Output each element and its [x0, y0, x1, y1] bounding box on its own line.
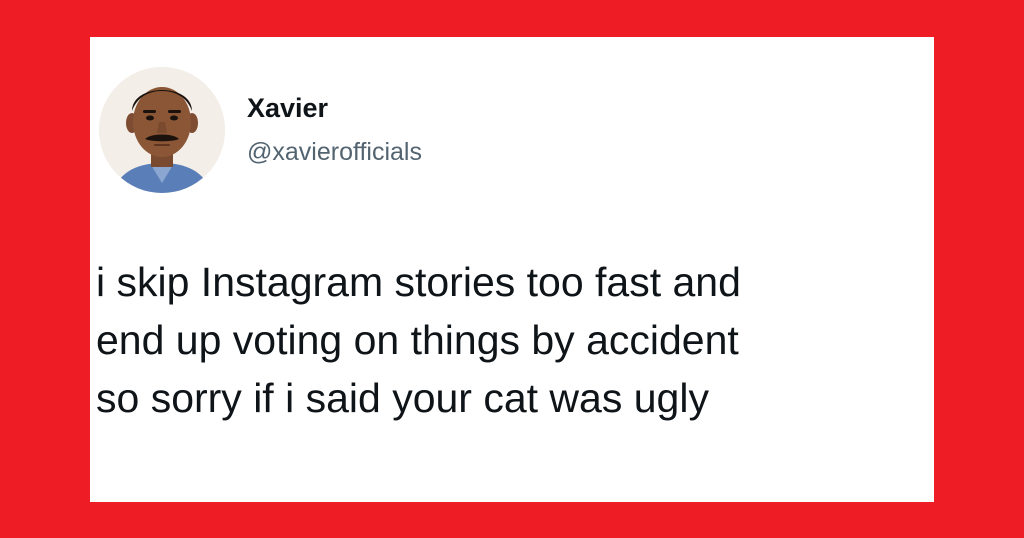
- red-background-frame: Xavier @xavierofficials i skip Instagram…: [0, 0, 1024, 538]
- author-handle[interactable]: @xavierofficials: [247, 136, 422, 168]
- tweet-card: Xavier @xavierofficials i skip Instagram…: [90, 37, 934, 502]
- author-display-name[interactable]: Xavier: [247, 92, 328, 124]
- tweet-text: i skip Instagram stories too fast and en…: [96, 259, 741, 421]
- author-avatar[interactable]: [99, 67, 225, 193]
- profile-photo-avatar-icon: [99, 67, 225, 193]
